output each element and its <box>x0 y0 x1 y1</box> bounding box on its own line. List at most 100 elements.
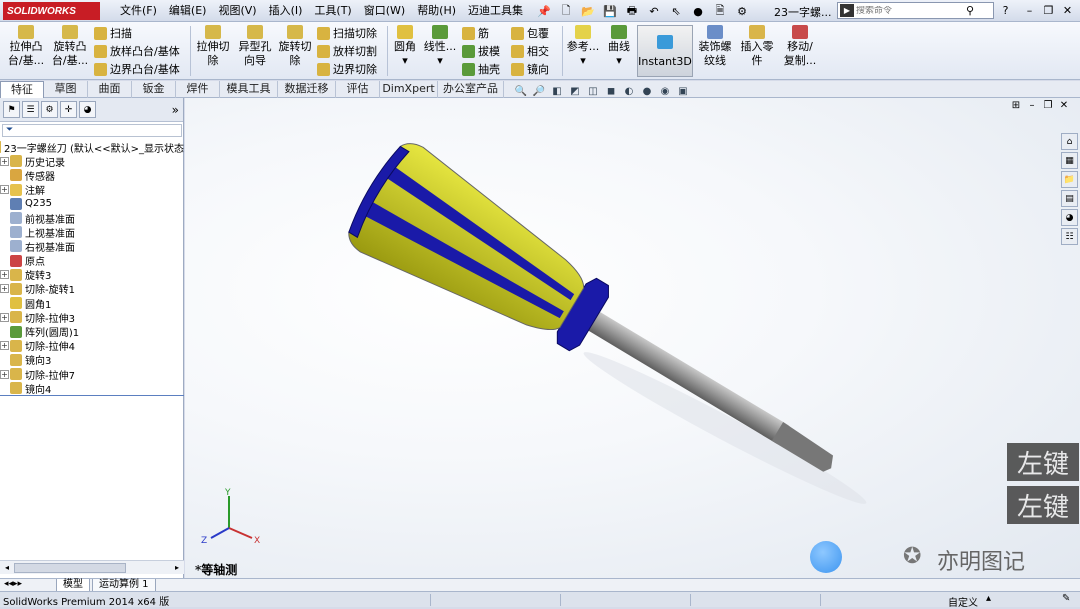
scroll-left-icon[interactable]: ◂ <box>1 562 13 574</box>
tree-item[interactable]: 镜向3 <box>0 353 184 367</box>
pin-icon[interactable]: 📌 <box>533 2 555 20</box>
scroll-thumb[interactable] <box>14 563 126 573</box>
previous-view-icon[interactable]: ◧ <box>548 84 566 98</box>
panel-horizontal-scrollbar[interactable]: ◂ ▸ <box>0 560 184 574</box>
menu-window[interactable]: 窗口(W) <box>358 0 411 22</box>
new-document-icon[interactable]: 🗋 <box>555 2 577 20</box>
expand-toggle-icon[interactable]: + <box>0 284 9 294</box>
intersect-button[interactable]: 相交 <box>511 42 549 60</box>
cosmetic-thread-button[interactable]: 装饰螺 纹线 <box>694 25 736 68</box>
curves-dropdown-icon[interactable]: ▾ <box>616 54 622 67</box>
pattern-dropdown-icon[interactable]: ▾ <box>437 54 443 67</box>
view-orientation-icon[interactable]: ◫ <box>584 84 602 98</box>
tab-dimxpert[interactable]: DimXpert <box>380 81 438 98</box>
restore-icon[interactable]: ❐ <box>1039 2 1058 19</box>
fillet-dropdown-icon[interactable]: ▾ <box>402 54 408 67</box>
sweep-cut-button[interactable]: 扫描切除 <box>317 24 377 42</box>
menu-view[interactable]: 视图(V) <box>212 0 262 22</box>
undo-icon[interactable]: ↶ <box>643 2 665 20</box>
move-copy-button[interactable]: 移动/ 复制... <box>780 25 820 68</box>
tree-item[interactable]: + 切除-拉伸3 <box>0 310 184 325</box>
feature-manager-tab-icon[interactable]: ⚑ <box>3 101 20 118</box>
display-style-icon[interactable]: ◼ <box>602 84 620 98</box>
rib-button[interactable]: 筋 <box>462 24 489 42</box>
expand-toggle-icon[interactable]: + <box>0 185 9 195</box>
tree-item[interactable]: 原点 <box>0 254 184 268</box>
options-gear-icon[interactable]: ⚙ <box>731 2 753 20</box>
tree-item[interactable]: 镜向4 <box>0 381 184 396</box>
edit-icon[interactable]: ✎ <box>1062 593 1070 604</box>
draft-button[interactable]: 拔模 <box>462 42 500 60</box>
menu-edit[interactable]: 编辑(E) <box>163 0 213 22</box>
solidworks-logo[interactable]: SOLIDWORKS <box>3 2 100 20</box>
wrap-button[interactable]: 包覆 <box>511 24 549 42</box>
view-settings-icon[interactable]: ▣ <box>674 84 692 98</box>
tree-item[interactable]: + 切除-旋转1 <box>0 282 184 296</box>
tree-item[interactable]: + 历史记录 <box>0 154 184 169</box>
boundary-cut-button[interactable]: 边界切除 <box>317 60 377 78</box>
tree-item[interactable]: 前视基准面 <box>0 211 184 226</box>
open-folder-icon[interactable]: 📂 <box>577 2 599 20</box>
expand-toggle-icon[interactable]: + <box>0 369 9 379</box>
tree-root[interactable]: 23一字螺丝刀 (默认<<默认>_显示状态 <box>0 140 184 155</box>
help-icon[interactable]: ? <box>996 2 1015 19</box>
tab-evaluate[interactable]: 评估 <box>336 81 380 98</box>
extrude-cut-button[interactable]: 拉伸切 除 <box>193 25 233 68</box>
close-icon[interactable]: ✕ <box>1058 2 1077 19</box>
search-input[interactable] <box>856 5 966 16</box>
reference-geometry-button[interactable]: 参考... ▾ <box>565 25 601 68</box>
instant3d-button[interactable]: Instant3D <box>637 25 693 77</box>
menu-help[interactable]: 帮助(H) <box>411 0 462 22</box>
panel-expand-icon[interactable]: » <box>172 103 179 117</box>
loft-boss-button[interactable]: 放样凸台/基体 <box>94 42 180 60</box>
save-icon[interactable]: 💾 <box>599 2 621 20</box>
reference-dropdown-icon[interactable]: ▾ <box>580 54 586 67</box>
curves-button[interactable]: 曲线 ▾ <box>603 25 635 68</box>
tree-filter[interactable]: ⏷ <box>2 124 182 137</box>
extrude-boss-button[interactable]: 拉伸凸 台/基... <box>6 25 46 68</box>
tree-item[interactable]: + 切除-拉伸4 <box>0 339 184 353</box>
menu-insert[interactable]: 插入(I) <box>263 0 309 22</box>
rebuild-icon[interactable]: ● <box>687 2 709 20</box>
mirror-button[interactable]: 镜向 <box>511 60 549 78</box>
expand-toggle-icon[interactable]: + <box>0 156 9 166</box>
search-icon[interactable]: ⚲ <box>966 4 974 17</box>
tree-item[interactable]: Q235 <box>0 197 184 211</box>
tree-item[interactable]: 阵列(圆周)1 <box>0 324 184 339</box>
hide-show-icon[interactable]: ◐ <box>620 84 638 98</box>
linear-pattern-button[interactable]: 线性... ▾ <box>422 25 458 68</box>
print-icon[interactable]: 🖶 <box>621 2 643 20</box>
dimxpert-manager-tab-icon[interactable]: ✛ <box>60 101 77 118</box>
zoom-to-fit-icon[interactable]: 🔍 <box>512 84 530 98</box>
tab-features[interactable]: 特征 <box>0 81 44 98</box>
tree-item[interactable]: + 旋转3 <box>0 268 184 282</box>
minimize-icon[interactable]: – <box>1020 2 1039 19</box>
menu-file[interactable]: 文件(F) <box>114 0 163 22</box>
section-view-icon[interactable]: ◩ <box>566 84 584 98</box>
screwdriver-model[interactable] <box>185 98 1080 578</box>
tab-sketch[interactable]: 草图 <box>44 81 88 98</box>
tree-item[interactable]: 传感器 <box>0 168 184 183</box>
tab-scroll-arrows-icon[interactable]: ◂◂▸▸ <box>4 579 22 589</box>
revolve-boss-button[interactable]: 旋转凸 台/基... <box>50 25 90 68</box>
file-properties-icon[interactable]: 🗎 <box>709 2 731 20</box>
shell-button[interactable]: 抽壳 <box>462 60 500 78</box>
tab-mold-tools[interactable]: 模具工具 <box>220 81 278 98</box>
select-arrow-icon[interactable]: ⇖ <box>665 2 687 20</box>
loft-cut-button[interactable]: 放样切割 <box>317 42 377 60</box>
display-manager-tab-icon[interactable]: ◕ <box>79 101 96 118</box>
hole-wizard-button[interactable]: 异型孔 向导 <box>235 25 275 68</box>
fillet-button[interactable]: 圆角 ▾ <box>390 25 420 68</box>
scene-icon[interactable]: ◉ <box>656 84 674 98</box>
tree-item[interactable]: 上视基准面 <box>0 225 184 240</box>
tree-item[interactable]: + 注解 <box>0 183 184 197</box>
appearance-icon[interactable]: ● <box>638 84 656 98</box>
units-dropdown-icon[interactable]: ▴ <box>986 593 991 604</box>
insert-part-button[interactable]: 插入零 件 <box>738 25 776 68</box>
boundary-boss-button[interactable]: 边界凸台/基体 <box>94 60 180 78</box>
menu-maidi-tools[interactable]: 迈迪工具集 <box>462 0 529 22</box>
tree-item[interactable]: 右视基准面 <box>0 239 184 254</box>
expand-toggle-icon[interactable]: + <box>0 270 9 280</box>
tab-office-products[interactable]: 办公室产品 <box>438 81 504 98</box>
graphics-area[interactable]: ⊞ – ❐ ✕ ⌂ ▦ 📁 ▤ ◕ ☷ Y X Z *等轴测 左键 左键 ✪ 亦… <box>185 98 1080 578</box>
